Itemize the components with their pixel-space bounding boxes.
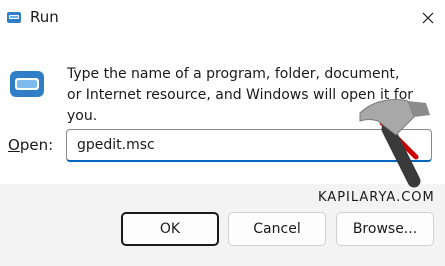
close-button[interactable] bbox=[411, 0, 445, 36]
close-icon bbox=[422, 12, 434, 24]
browse-button[interactable]: Browse... bbox=[336, 212, 434, 246]
ok-button[interactable]: OK bbox=[121, 212, 219, 246]
cancel-button[interactable]: Cancel bbox=[228, 212, 326, 246]
run-app-icon bbox=[6, 9, 22, 25]
watermark-text: KAPILARYA.COM bbox=[318, 190, 435, 205]
open-label-mnemonic: O bbox=[8, 136, 20, 154]
run-icon bbox=[9, 69, 45, 99]
hammer-logo bbox=[352, 95, 438, 191]
title-bar: Run bbox=[0, 0, 445, 36]
open-label: Open: bbox=[8, 136, 53, 154]
window-title: Run bbox=[30, 8, 59, 26]
open-label-rest: pen: bbox=[19, 136, 54, 154]
